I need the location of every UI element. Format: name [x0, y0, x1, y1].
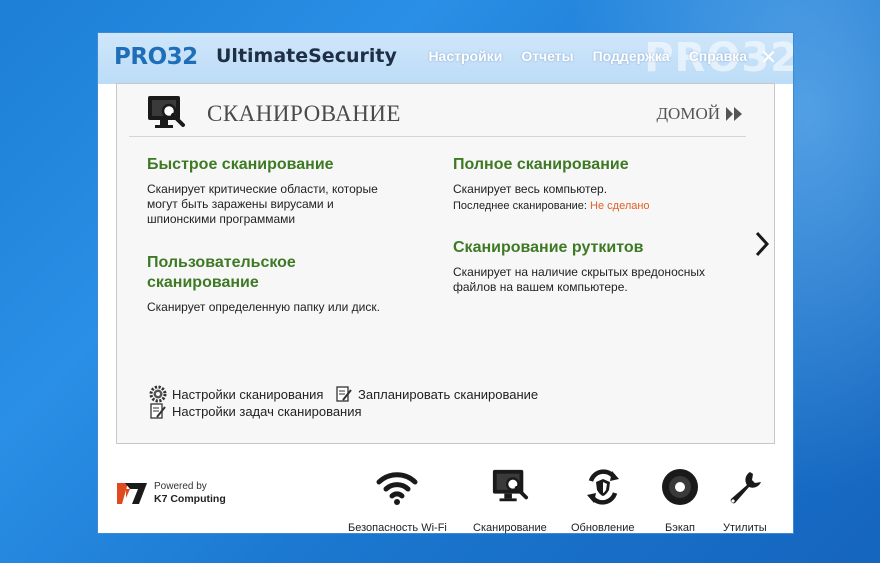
schedule-scan-label: Запланировать сканирование — [358, 386, 539, 402]
quick-scan-title[interactable]: Быстрое сканирование — [147, 155, 437, 175]
rootkit-scan-title[interactable]: Сканирование руткитов — [453, 238, 743, 258]
home-label: ДОМОЙ — [656, 104, 720, 123]
page-title: СКАНИРОВАНИЕ — [207, 101, 401, 126]
refresh-shield-icon — [586, 469, 619, 505]
tool-backup-label: Бэкап — [665, 522, 695, 534]
custom-scan-option[interactable]: Пользовательское сканирование Сканирует … — [147, 253, 380, 315]
task-settings-label: Настройки задач сканирования — [172, 403, 362, 419]
top-navigation: Настройки Отчеты Поддержка Справка — [428, 48, 747, 64]
full-scan-title[interactable]: Полное сканирование — [453, 155, 743, 175]
tool-scan[interactable]: Сканирование — [473, 466, 547, 534]
disc-icon — [662, 469, 698, 505]
last-scan-value: Не сделано — [590, 200, 650, 212]
footer-toolbar: Powered by K7 Computing Безопасность Wi-… — [98, 444, 793, 534]
tool-update-label: Обновление — [571, 522, 635, 534]
tool-wifi-security[interactable]: Безопасность Wi-Fi — [348, 466, 447, 534]
tool-wifi-label: Безопасность Wi-Fi — [348, 522, 447, 534]
wrench-icon — [730, 472, 761, 504]
powered-by-k7: Powered by K7 Computing — [116, 480, 226, 506]
custom-scan-description: Сканирует определенную папку или диск. — [147, 300, 380, 314]
full-scan-option[interactable]: Полное сканирование Сканирует весь компь… — [453, 155, 743, 212]
nav-support-link[interactable]: Поддержка — [593, 48, 670, 64]
monitor-search-icon — [492, 469, 528, 502]
nav-settings-link[interactable]: Настройки — [428, 48, 502, 64]
full-scan-description: Сканирует весь компьютер. — [453, 182, 608, 196]
home-button[interactable]: ДОМОЙ — [656, 104, 744, 124]
gear-icon — [149, 385, 167, 403]
close-icon[interactable]: ✕ — [760, 45, 777, 69]
tool-backup[interactable]: Бэкап — [661, 466, 699, 534]
rootkit-scan-option[interactable]: Сканирование руткитов Сканирует на налич… — [453, 238, 743, 295]
tool-utilities[interactable]: Утилиты — [723, 466, 767, 534]
tool-utilities-label: Утилиты — [723, 522, 767, 534]
scan-settings-link[interactable]: Настройки сканирования — [149, 385, 323, 403]
monitor-search-icon — [148, 96, 185, 128]
wifi-icon — [376, 472, 418, 505]
quick-scan-option[interactable]: Быстрое сканирование Сканирует критическ… — [147, 155, 437, 227]
nav-help-link[interactable]: Справка — [689, 48, 747, 64]
notepad-pencil-icon — [150, 403, 166, 419]
chevron-right-icon[interactable] — [754, 230, 770, 258]
powered-by-label: Powered by — [154, 481, 207, 492]
company-label: K7 Computing — [154, 493, 226, 505]
task-settings-link[interactable]: Настройки задач сканирования — [149, 402, 362, 420]
last-scan-label: Последнее сканирование: — [453, 200, 587, 212]
k7-logo-icon — [117, 483, 147, 504]
last-scan-status: Последнее сканирование: Не сделано — [453, 200, 743, 212]
notepad-pencil-icon — [336, 386, 352, 402]
tool-update[interactable]: Обновление — [571, 466, 635, 534]
scan-settings-label: Настройки сканирования — [172, 386, 324, 402]
nav-reports-link[interactable]: Отчеты — [521, 48, 573, 64]
logo-pro32: PRO32 — [114, 44, 198, 70]
scan-panel: СКАНИРОВАНИЕ ДОМОЙ Быстрое сканирование … — [116, 83, 775, 444]
app-window: PRO32 PRO32 UltimateSecurity Настройки О… — [97, 32, 794, 534]
quick-scan-description: Сканирует критические области, которые м… — [147, 182, 378, 226]
app-header: PRO32 PRO32 UltimateSecurity Настройки О… — [98, 33, 793, 84]
custom-scan-title[interactable]: Пользовательское сканирование — [147, 253, 347, 293]
rootkit-scan-description: Сканирует на наличие скрытых вредоносных… — [453, 265, 705, 294]
schedule-scan-link[interactable]: Запланировать сканирование — [335, 385, 538, 403]
logo-product-name: UltimateSecurity — [216, 45, 397, 67]
tool-scan-label: Сканирование — [473, 522, 547, 534]
double-chevron-right-icon — [726, 107, 742, 121]
panel-header: СКАНИРОВАНИЕ ДОМОЙ — [129, 84, 746, 137]
